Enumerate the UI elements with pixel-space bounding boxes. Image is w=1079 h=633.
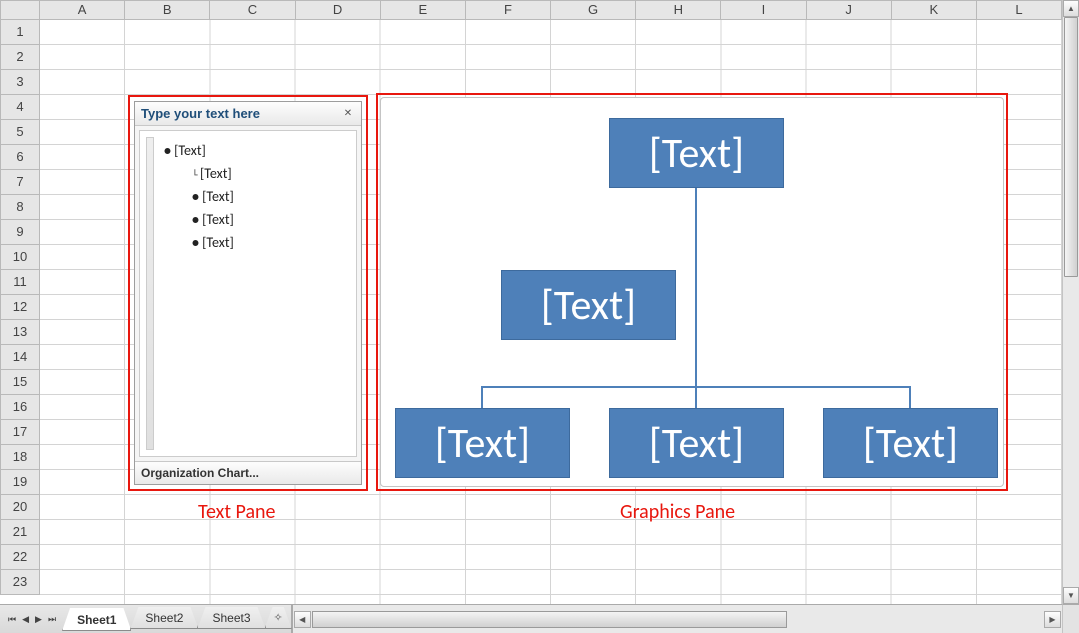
spreadsheet-app: A B C D E F G H I J K L 1 2 3 4 5 6 7 8 … xyxy=(0,0,1079,633)
row-header[interactable]: 14 xyxy=(0,345,40,370)
select-all-corner[interactable] xyxy=(0,0,40,20)
row-header[interactable]: 22 xyxy=(0,545,40,570)
row-header[interactable]: 21 xyxy=(0,520,40,545)
org-chart-node-child[interactable]: [Text] xyxy=(609,408,784,478)
smartart-text-pane[interactable]: Type your text here ✕ [Text] [Text] [Tex… xyxy=(134,101,362,485)
sheet-tab-bar: ⏮ ◀ ▶ ⏭ Sheet1 Sheet2 Sheet3 ✧ ◀ ▶ xyxy=(0,604,1062,633)
annotation-label-graphics-pane: Graphics Pane xyxy=(620,500,735,524)
scroll-up-icon[interactable]: ▲ xyxy=(1063,0,1079,17)
graphics-pane-annotation-box: [Text] [Text] [Text] [Text] [Text] xyxy=(376,93,1008,491)
column-header[interactable]: C xyxy=(210,0,295,20)
column-header[interactable]: K xyxy=(892,0,977,20)
text-pane-item[interactable]: [Text] xyxy=(164,208,350,231)
column-header[interactable]: B xyxy=(125,0,210,20)
org-chart-node-assistant[interactable]: [Text] xyxy=(501,270,676,340)
hscroll-track[interactable] xyxy=(312,611,1043,628)
row-header[interactable]: 13 xyxy=(0,320,40,345)
tab-sheet2[interactable]: Sheet2 xyxy=(130,607,198,629)
column-header[interactable]: I xyxy=(721,0,806,20)
connector-line xyxy=(695,186,697,386)
sheet-tabs: Sheet1 Sheet2 Sheet3 ✧ xyxy=(62,605,291,633)
row-header[interactable]: 5 xyxy=(0,120,40,145)
column-header[interactable]: D xyxy=(296,0,381,20)
column-headers: A B C D E F G H I J K L xyxy=(0,0,1062,20)
row-header[interactable]: 20 xyxy=(0,495,40,520)
tab-nav-first-icon[interactable]: ⏮ xyxy=(6,614,18,625)
text-pane-item[interactable]: [Text] xyxy=(164,162,350,185)
horizontal-scrollbar[interactable]: ◀ ▶ xyxy=(291,605,1062,633)
row-header[interactable]: 6 xyxy=(0,145,40,170)
column-header[interactable]: J xyxy=(807,0,892,20)
row-header[interactable]: 8 xyxy=(0,195,40,220)
text-pane-annotation-box: Type your text here ✕ [Text] [Text] [Tex… xyxy=(128,95,368,491)
org-chart-node-child[interactable]: [Text] xyxy=(823,408,998,478)
row-header[interactable]: 4 xyxy=(0,95,40,120)
text-pane-item[interactable]: [Text] xyxy=(164,139,350,162)
close-icon[interactable]: ✕ xyxy=(341,108,355,119)
text-pane-header: Type your text here ✕ xyxy=(135,102,361,126)
scrollbar-corner xyxy=(1062,604,1079,633)
column-header[interactable]: E xyxy=(381,0,466,20)
tab-nav-next-icon[interactable]: ▶ xyxy=(33,614,44,625)
grid-body: 1 2 3 4 5 6 7 8 9 10 11 12 13 14 15 16 1… xyxy=(0,20,1062,604)
org-chart-node-top[interactable]: [Text] xyxy=(609,118,784,188)
hscroll-thumb[interactable] xyxy=(312,611,787,628)
column-header[interactable]: F xyxy=(466,0,551,20)
tab-sheet1[interactable]: Sheet1 xyxy=(62,608,131,631)
scroll-left-icon[interactable]: ◀ xyxy=(294,611,311,628)
row-header[interactable]: 3 xyxy=(0,70,40,95)
row-header[interactable]: 19 xyxy=(0,470,40,495)
tab-sheet3[interactable]: Sheet3 xyxy=(197,607,265,629)
row-header[interactable]: 7 xyxy=(0,170,40,195)
tab-navigation: ⏮ ◀ ▶ ⏭ xyxy=(0,605,62,633)
row-header[interactable]: 12 xyxy=(0,295,40,320)
row-header[interactable]: 18 xyxy=(0,445,40,470)
column-header[interactable]: G xyxy=(551,0,636,20)
text-pane-list[interactable]: [Text] [Text] [Text] [Text] [Text] xyxy=(139,130,357,457)
scroll-down-icon[interactable]: ▼ xyxy=(1063,587,1079,604)
row-header[interactable]: 9 xyxy=(0,220,40,245)
column-header[interactable]: A xyxy=(40,0,125,20)
text-pane-title: Type your text here xyxy=(141,106,260,121)
row-header[interactable]: 11 xyxy=(0,270,40,295)
smartart-graphics-pane[interactable]: [Text] [Text] [Text] [Text] [Text] xyxy=(380,97,1004,487)
vertical-scrollbar[interactable]: ▲ ▼ xyxy=(1062,0,1079,604)
row-header[interactable]: 1 xyxy=(0,20,40,45)
scroll-thumb[interactable] xyxy=(1064,17,1078,277)
row-header[interactable]: 2 xyxy=(0,45,40,70)
row-header[interactable]: 17 xyxy=(0,420,40,445)
org-chart-node-child[interactable]: [Text] xyxy=(395,408,570,478)
annotation-label-text-pane: Text Pane xyxy=(198,500,276,524)
row-header[interactable]: 16 xyxy=(0,395,40,420)
text-pane-item[interactable]: [Text] xyxy=(164,185,350,208)
text-pane-item[interactable]: [Text] xyxy=(164,231,350,254)
scroll-right-icon[interactable]: ▶ xyxy=(1044,611,1061,628)
row-header[interactable]: 23 xyxy=(0,570,40,595)
row-header[interactable]: 10 xyxy=(0,245,40,270)
text-pane-footer: Organization Chart... xyxy=(135,461,361,484)
column-header[interactable]: L xyxy=(977,0,1062,20)
row-header[interactable]: 15 xyxy=(0,370,40,395)
tab-nav-last-icon[interactable]: ⏭ xyxy=(46,614,58,625)
new-sheet-icon[interactable]: ✧ xyxy=(265,607,292,629)
tab-nav-prev-icon[interactable]: ◀ xyxy=(20,614,31,625)
column-header[interactable]: H xyxy=(636,0,721,20)
row-headers: 1 2 3 4 5 6 7 8 9 10 11 12 13 14 15 16 1… xyxy=(0,20,40,604)
cells-area[interactable]: Type your text here ✕ [Text] [Text] [Tex… xyxy=(40,20,1062,604)
